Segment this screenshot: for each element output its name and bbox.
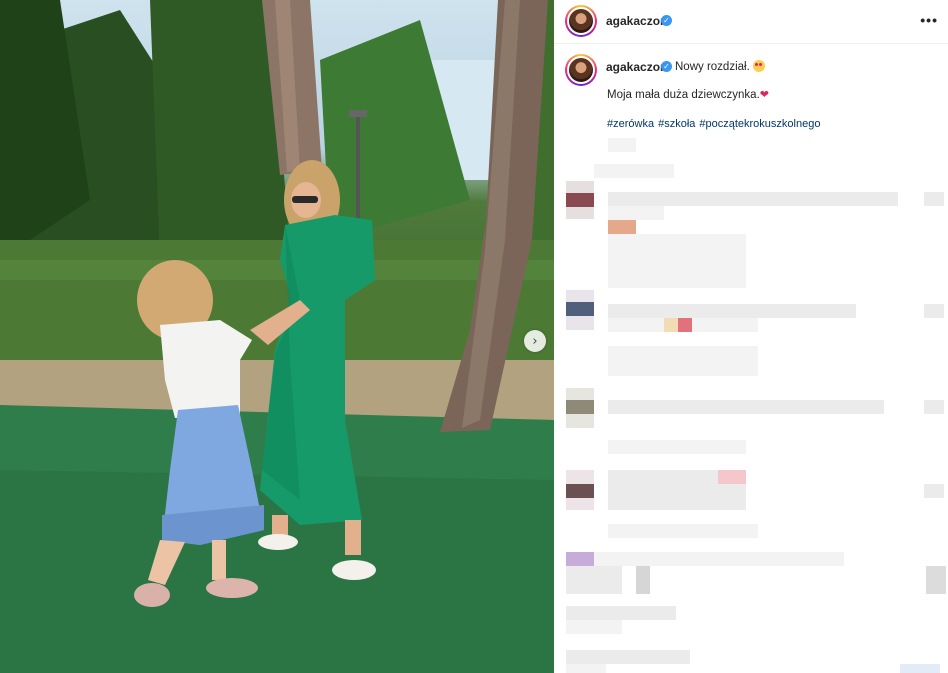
caption-verified-badge-icon: ✓ — [661, 61, 672, 72]
heart-eyes-emoji-icon — [752, 60, 765, 72]
avatar[interactable] — [565, 5, 597, 37]
hashtag-poczatek-roku-szkolnego[interactable]: #początekrokuszkolnego — [699, 118, 820, 130]
photo-scene — [0, 0, 554, 673]
verified-badge-icon: ✓ — [661, 15, 672, 26]
post-photo[interactable]: › — [0, 0, 554, 673]
carousel-next-button[interactable]: › — [524, 330, 546, 352]
caption-username[interactable]: agakaczor — [606, 60, 665, 74]
caption-hashtags: #zerówka #szkoła #początekrokuszkolnego — [607, 118, 824, 130]
red-heart-icon: ❤ — [759, 88, 769, 101]
caption-first-line: Nowy rozdział. — [675, 60, 765, 73]
caption-avatar[interactable] — [565, 54, 597, 86]
chevron-right-icon: › — [532, 333, 538, 349]
avatar-image — [567, 7, 595, 35]
caption-second-line: Moja mała duża dziewczynka.❤ — [607, 88, 769, 101]
caption-second-line-text: Moja mała duża dziewczynka. — [607, 89, 760, 101]
post-side-panel: agakaczor ✓ ••• agakaczor ✓ Nowy rozdzia… — [554, 0, 948, 673]
header-username[interactable]: agakaczor — [606, 14, 665, 28]
caption-first-line-text: Nowy rozdział. — [675, 61, 750, 73]
caption-avatar-image — [567, 56, 595, 84]
more-horizontal-icon[interactable]: ••• — [920, 12, 938, 28]
hashtag-szkola[interactable]: #szkoła — [658, 118, 695, 130]
post-header: agakaczor ✓ ••• — [554, 0, 948, 44]
hashtag-zerowka[interactable]: #zerówka — [607, 118, 654, 130]
